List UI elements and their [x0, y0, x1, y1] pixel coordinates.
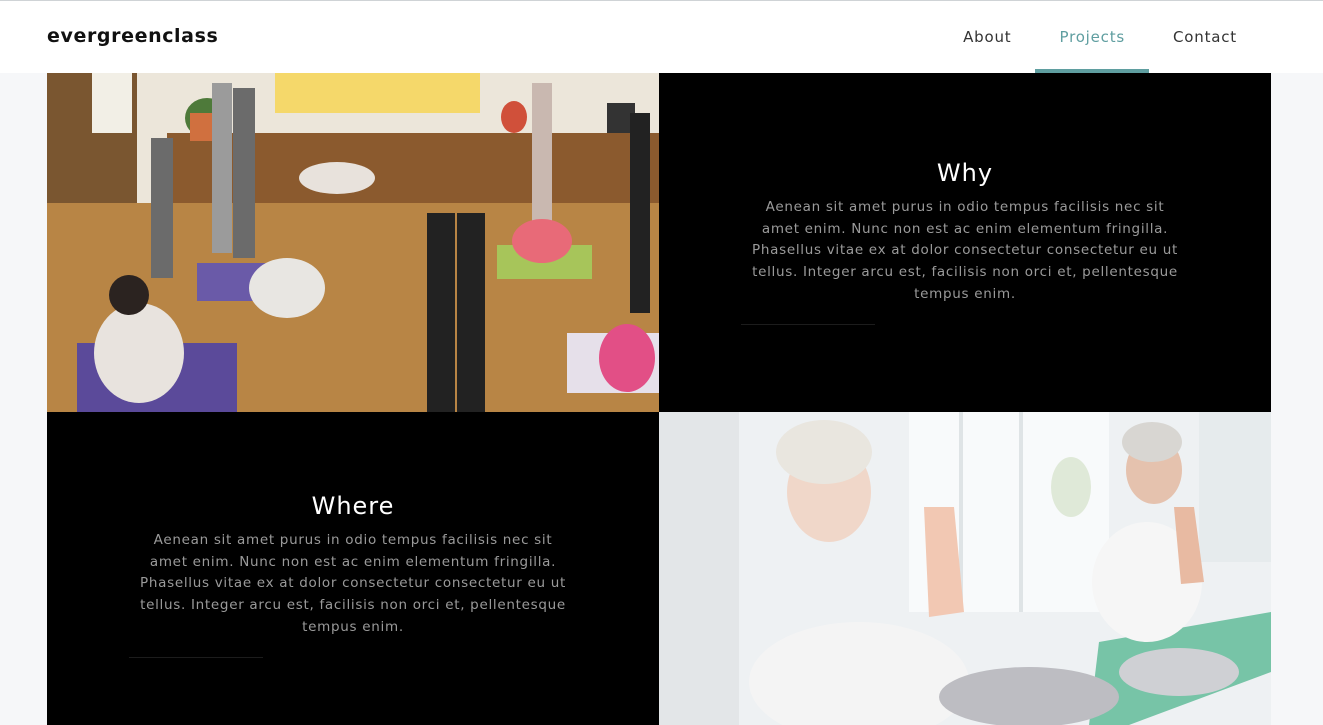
nav-projects[interactable]: Projects: [1035, 1, 1149, 73]
nav-about[interactable]: About: [939, 1, 1035, 73]
why-title: Why: [936, 159, 994, 187]
yoga-class-illustration: [47, 73, 659, 412]
meditation-illustration: [659, 412, 1271, 725]
where-title: Where: [311, 492, 395, 520]
where-text: Aenean sit amet purus in odio tempus fac…: [140, 532, 566, 635]
projects-grid: Why Aenean sit amet purus in odio tempus…: [47, 73, 1271, 725]
where-section: Where Aenean sit amet purus in odio temp…: [47, 412, 659, 725]
main-nav: About Projects Contact: [939, 1, 1261, 73]
why-section: Why Aenean sit amet purus in odio tempus…: [659, 73, 1271, 412]
where-divider: [129, 656, 263, 658]
why-divider: [741, 323, 875, 325]
nav-contact[interactable]: Contact: [1149, 1, 1261, 73]
brand-logo[interactable]: evergreenclass: [47, 25, 218, 47]
meditation-photo: [659, 412, 1271, 725]
why-text: Aenean sit amet purus in odio tempus fac…: [752, 199, 1178, 302]
yoga-class-photo: [47, 73, 659, 412]
site-header: evergreenclass About Projects Contact: [0, 1, 1323, 73]
